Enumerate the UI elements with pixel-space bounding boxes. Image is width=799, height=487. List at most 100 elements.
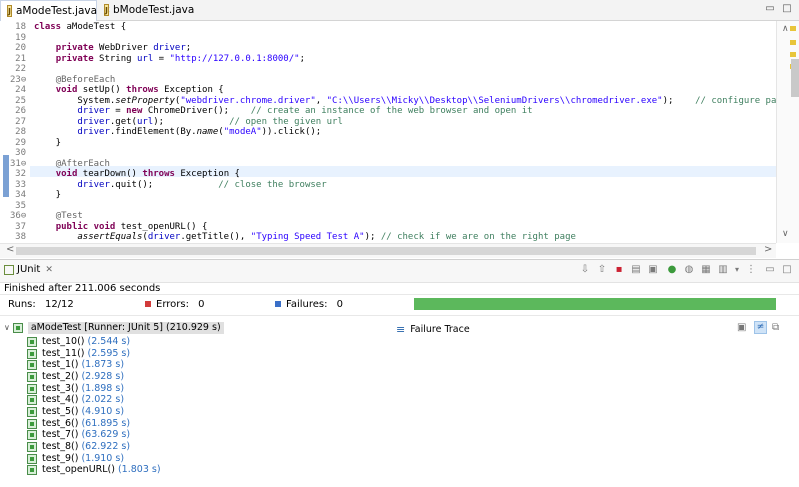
line-number: 27 xyxy=(15,116,26,127)
code-text[interactable]: private WebDriver driver; xyxy=(34,43,191,54)
minimize-icon[interactable]: ▭ xyxy=(764,3,776,15)
test-case-time: (1.910 s) xyxy=(81,452,125,464)
code-text[interactable]: driver = new ChromeDriver(); // create a… xyxy=(34,106,532,117)
editor-vertical-scrollbar[interactable]: ∧ ∨ xyxy=(776,21,799,243)
test-case-node[interactable]: test_9() (1.910 s) xyxy=(27,453,124,465)
failure-trace-panel: ≡ Failure Trace ▣ ≠ ⧉ xyxy=(394,320,799,336)
maximize-icon[interactable]: □ xyxy=(781,264,793,276)
change-marker xyxy=(3,155,9,197)
rerun-failed-first-icon[interactable]: ● xyxy=(666,264,678,276)
code-text[interactable]: @AfterEach xyxy=(34,159,110,170)
code-text[interactable]: System.setProperty("webdriver.chrome.dri… xyxy=(34,96,776,107)
minimize-icon[interactable]: ▭ xyxy=(764,264,776,276)
root-time: (210.929 s) xyxy=(165,322,221,333)
warning-marker[interactable] xyxy=(790,52,796,57)
test-case-node[interactable]: test_5() (4.910 s) xyxy=(27,406,124,418)
code-text[interactable]: assertEquals(driver.getTitle(), "Typing … xyxy=(34,232,576,243)
failure-icon xyxy=(275,301,281,307)
stop-icon[interactable]: ◍ xyxy=(683,264,695,276)
error-icon xyxy=(145,301,151,307)
errors-label: Errors: xyxy=(156,299,189,310)
next-failure-icon[interactable]: ⇩ xyxy=(579,264,591,276)
scroll-thumb[interactable] xyxy=(791,59,799,97)
copy-trace-icon[interactable]: ⧉ xyxy=(772,322,779,333)
test-passed-icon xyxy=(27,418,37,429)
editor-tab-label: bModeTest.java xyxy=(112,4,195,16)
h-scroll-thumb[interactable] xyxy=(16,247,756,255)
test-case-time: (2.928 s) xyxy=(81,370,125,382)
warning-marker[interactable] xyxy=(790,40,796,45)
maximize-icon[interactable]: □ xyxy=(781,3,793,15)
compare-results-icon[interactable]: ≠ xyxy=(754,321,767,334)
code-text[interactable]: driver.findElement(By.name("modeA")).cli… xyxy=(34,127,321,138)
code-text[interactable]: @BeforeEach xyxy=(34,75,116,86)
filter-stack-icon[interactable]: ▣ xyxy=(737,322,746,333)
test-case-node[interactable]: test_3() (1.898 s) xyxy=(27,383,124,395)
failures-value: 0 xyxy=(336,299,344,310)
layout-icon[interactable]: ▦ xyxy=(700,264,712,276)
test-case-node[interactable]: test_8() (62.922 s) xyxy=(27,441,130,453)
test-tree[interactable]: ∨ aModeTest [Runner: JUnit 5] (210.929 s… xyxy=(0,320,394,487)
show-failures-only-icon[interactable]: ▪ xyxy=(613,264,625,276)
code-text[interactable]: void tearDown() throws Exception { xyxy=(34,169,240,180)
editor-tab-amodetest[interactable]: J aModeTest.java ✕ xyxy=(0,0,111,21)
code-text[interactable]: @Test xyxy=(34,211,83,222)
code-text[interactable]: private String url = "http://127.0.0.1:8… xyxy=(34,54,305,65)
runs-label: Runs: xyxy=(8,299,36,310)
editor-horizontal-scrollbar[interactable]: < > xyxy=(0,243,776,258)
test-case-node[interactable]: test_10() (2.544 s) xyxy=(27,336,130,348)
code-text[interactable]: } xyxy=(34,190,61,201)
test-counters: Runs: 12/12 Errors: 0 Failures: 0 xyxy=(0,294,799,316)
test-case-name: test_6() xyxy=(42,417,79,429)
test-case-node[interactable]: test_openURL() (1.803 s) xyxy=(27,464,161,476)
line-number: 33 xyxy=(15,179,26,190)
line-number: 29 xyxy=(15,137,26,148)
history-icon[interactable]: ▥ xyxy=(717,264,729,276)
code-text[interactable]: driver.quit(); // close the browser xyxy=(34,180,326,191)
failures-label: Failures: xyxy=(286,299,328,310)
tab-junit[interactable]: JUnit ✕ xyxy=(4,264,53,275)
line-number: 24 xyxy=(15,85,26,95)
previous-failure-icon[interactable]: ⇧ xyxy=(596,264,608,276)
code-text[interactable]: } xyxy=(34,138,61,149)
junit-tab-label: JUnit xyxy=(17,264,41,275)
code-text[interactable]: driver.get(url); // open the given url xyxy=(34,117,343,128)
line-number: 35 xyxy=(15,200,26,211)
code-text[interactable]: public void test_openURL() { xyxy=(34,222,208,233)
scroll-lock-icon[interactable]: ▤ xyxy=(630,264,642,276)
test-case-node[interactable]: test_11() (2.595 s) xyxy=(27,348,130,360)
code-text[interactable]: class aModeTest { xyxy=(34,22,126,33)
close-icon[interactable]: ✕ xyxy=(45,265,53,275)
warning-marker[interactable] xyxy=(790,26,796,31)
editor-tab-bmodetest[interactable]: J bModeTest.java xyxy=(98,0,194,20)
junit-view-tab-bar: JUnit ✕ ⇩ ⇧ ▪ ▤ ▣ ● ◍ ▦ ▥ ▾ ⋮ ▭ □ xyxy=(0,259,799,283)
test-case-name: test_2() xyxy=(42,370,79,382)
history-dropdown-icon[interactable]: ▾ xyxy=(731,264,743,276)
scroll-down-icon[interactable]: ∨ xyxy=(782,229,789,239)
test-case-node[interactable]: test_7() (63.629 s) xyxy=(27,429,130,441)
test-case-node[interactable]: test_2() (2.928 s) xyxy=(27,371,124,383)
scroll-up-icon[interactable]: ∧ xyxy=(782,24,789,34)
scroll-right-icon[interactable]: > xyxy=(764,244,772,255)
test-case-time: (1.873 s) xyxy=(81,359,125,371)
test-case-node[interactable]: test_4() (2.022 s) xyxy=(27,394,124,406)
scroll-left-icon[interactable]: < xyxy=(6,244,14,255)
stack-trace-icon: ≡ xyxy=(396,323,406,336)
test-case-name: test_11() xyxy=(42,347,85,359)
test-case-node[interactable]: test_1() (1.873 s) xyxy=(27,359,124,371)
test-case-time: (1.803 s) xyxy=(117,464,161,476)
code-text[interactable]: void setUp() throws Exception { xyxy=(34,85,224,96)
test-passed-icon xyxy=(27,383,37,394)
root-label: aModeTest [Runner: JUnit 5] xyxy=(30,322,163,333)
tree-root-node[interactable]: ∨ aModeTest [Runner: JUnit 5] (210.929 s… xyxy=(4,322,224,334)
line-number: 19 xyxy=(15,32,26,43)
chevron-down-icon[interactable]: ∨ xyxy=(4,322,10,334)
test-case-name: test_openURL() xyxy=(42,464,115,476)
code-editor[interactable]: 18 class aModeTest {19 20 private WebDrive… xyxy=(0,21,776,243)
test-passed-icon xyxy=(27,441,37,452)
test-progress-bar xyxy=(414,298,776,310)
rerun-test-icon[interactable]: ▣ xyxy=(647,264,659,276)
view-menu-icon[interactable]: ⋮ xyxy=(745,264,757,276)
test-passed-icon xyxy=(27,371,37,382)
test-case-node[interactable]: test_6() (61.895 s) xyxy=(27,418,130,430)
